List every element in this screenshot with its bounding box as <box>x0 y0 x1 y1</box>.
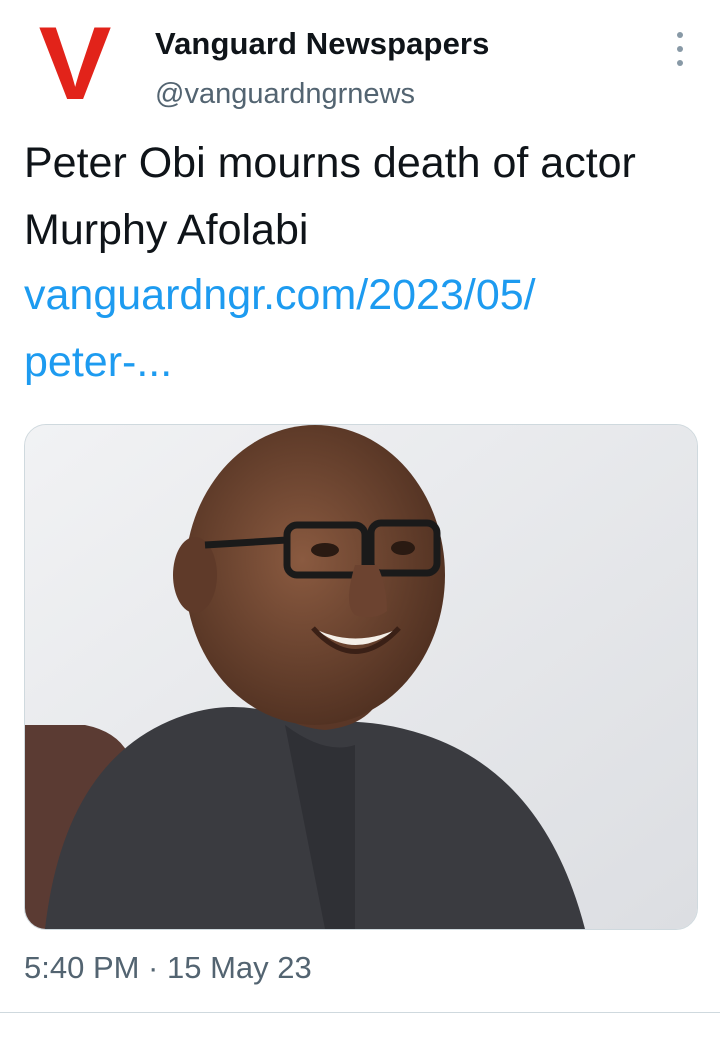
divider <box>0 1012 720 1013</box>
dot <box>677 32 683 38</box>
dot <box>677 46 683 52</box>
dot <box>677 60 683 66</box>
photo-icon <box>25 425 697 929</box>
author-avatar-logo[interactable]: V <box>28 12 123 116</box>
tweet-media-image[interactable] <box>24 424 698 930</box>
tweet-text: Peter Obi mourns death of actor Murphy A… <box>24 139 636 254</box>
author-handle[interactable]: @vanguardngrnews <box>155 78 415 111</box>
author-display-name[interactable]: Vanguard Newspapers <box>155 26 489 62</box>
more-options-icon[interactable] <box>664 32 696 66</box>
tweet-timestamp[interactable]: 5:40 PM · 15 May 23 <box>24 950 312 986</box>
tweet-link[interactable]: vanguardngr.com/2023/05/ peter-... <box>24 262 696 396</box>
